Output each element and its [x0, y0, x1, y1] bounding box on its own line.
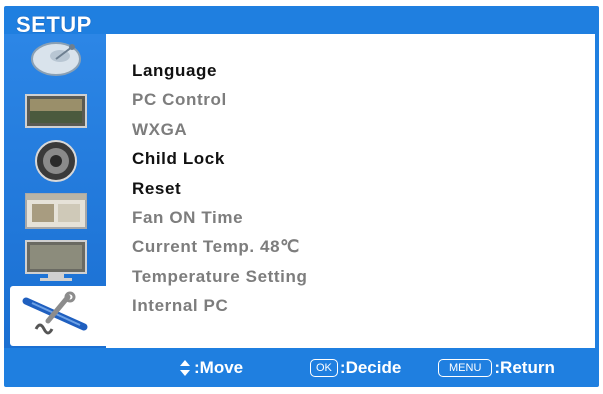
menu-item-current-temp: Current Temp. 48℃: [132, 237, 300, 257]
sidebar-item-window[interactable]: [18, 190, 94, 232]
menu-item-internal-pc: Internal PC: [132, 296, 229, 316]
updown-arrows-icon: [180, 360, 190, 376]
sidebar-item-setup[interactable]: [10, 286, 106, 346]
sidebar-item-monitor[interactable]: [18, 240, 94, 282]
menu-item-language[interactable]: Language: [132, 56, 307, 85]
window-icon: [25, 193, 87, 229]
monitor-icon: [25, 240, 87, 281]
sidebar-item-sound[interactable]: [18, 140, 94, 182]
tools-icon: [22, 291, 88, 335]
setup-osd: SETUP Language PC Control WXGA Child Loc…: [0, 0, 603, 394]
setup-menu: Language PC Control WXGA Child Lock Rese…: [132, 56, 307, 321]
key-hint-bar: :Move OK :Decide MENU :Return: [4, 348, 599, 387]
ok-key-badge: OK: [310, 359, 338, 377]
menu-key-badge: MENU: [438, 359, 493, 377]
setup-menu-panel: Language PC Control WXGA Child Lock Rese…: [106, 34, 595, 348]
speaker-icon: [35, 140, 77, 182]
return-label: :Return: [494, 358, 555, 377]
return-hint: MENU :Return: [438, 358, 555, 378]
category-sidebar: [4, 34, 106, 348]
sidebar-item-satellite[interactable]: [18, 38, 94, 80]
menu-item-fan-on-time: Fan ON Time: [132, 207, 244, 227]
menu-item-pc-control: PC Control: [132, 90, 227, 110]
move-label: :Move: [194, 358, 244, 377]
satellite-dish-icon: [31, 42, 81, 76]
menu-item-reset[interactable]: Reset: [132, 174, 307, 203]
decide-label: :Decide: [339, 358, 402, 377]
move-hint: :Move: [176, 358, 243, 378]
menu-item-temperature-setting: Temperature Setting: [132, 266, 308, 286]
sidebar-item-picture[interactable]: [18, 90, 94, 132]
menu-item-child-lock[interactable]: Child Lock: [132, 144, 307, 173]
decide-hint: OK :Decide: [310, 358, 401, 378]
picture-icon: [25, 94, 87, 128]
menu-item-wxga: WXGA: [132, 119, 188, 139]
